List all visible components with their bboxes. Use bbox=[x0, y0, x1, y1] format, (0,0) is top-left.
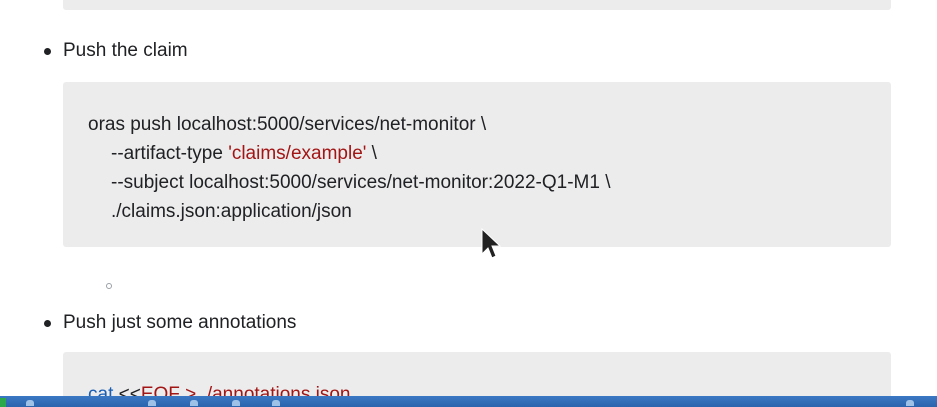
previous-code-block bbox=[63, 0, 891, 10]
bullet-push-claim-text: Push the claim bbox=[63, 40, 188, 61]
bullet-dot-icon bbox=[44, 319, 51, 327]
start-button[interactable] bbox=[0, 398, 6, 407]
hollow-bullet-icon bbox=[106, 283, 112, 289]
taskbar-app-icon[interactable] bbox=[190, 400, 198, 406]
code-line-oras-push: oras push localhost:5000/services/net-mo… bbox=[88, 114, 487, 135]
bullet-push-claim: Push the claim bbox=[44, 39, 188, 63]
line-continuation: \ bbox=[366, 143, 377, 164]
artifact-type-value: 'claims/example' bbox=[228, 143, 367, 164]
bullet-push-annotations: Push just some annotations bbox=[44, 311, 296, 335]
taskbar-app-icon[interactable] bbox=[26, 400, 34, 406]
taskbar-app-icon[interactable] bbox=[232, 400, 240, 406]
artifact-type-flag: --artifact-type bbox=[111, 143, 229, 164]
taskbar bbox=[0, 396, 937, 407]
bullet-dot-icon bbox=[44, 47, 51, 55]
document-page: Push the claim oras push localhost:5000/… bbox=[0, 0, 937, 407]
code-line-subject: --subject localhost:5000/services/net-mo… bbox=[111, 172, 611, 193]
code-line-file: ./claims.json:application/json bbox=[111, 201, 352, 222]
mouse-pointer-icon bbox=[480, 227, 504, 265]
taskbar-app-icon[interactable] bbox=[272, 400, 280, 406]
taskbar-app-icon[interactable] bbox=[148, 400, 156, 406]
bullet-push-annotations-text: Push just some annotations bbox=[63, 312, 297, 333]
claim-code-block: oras push localhost:5000/services/net-mo… bbox=[63, 82, 891, 247]
taskbar-tray-icon[interactable] bbox=[906, 400, 914, 406]
code-line-artifact-type: --artifact-type 'claims/example' \ bbox=[88, 139, 891, 168]
